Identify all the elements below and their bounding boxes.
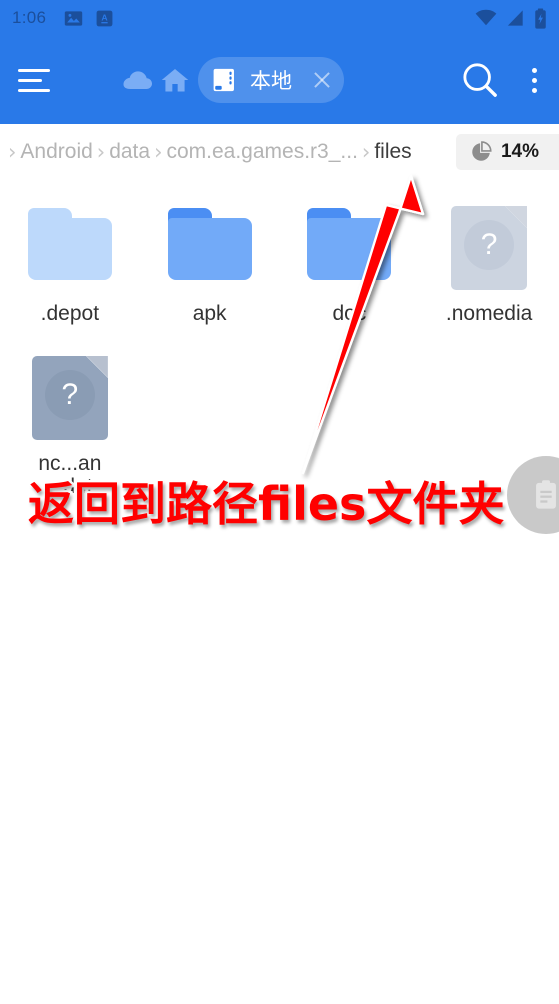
grid-item-label: apk: [192, 302, 227, 325]
breadcrumb-item-data[interactable]: data: [109, 140, 150, 164]
breadcrumb-item-package[interactable]: com.ea.games.r3_...: [166, 140, 357, 164]
tab-label: 本地: [250, 70, 292, 93]
grid-item-label: .depot: [40, 302, 100, 325]
grid-item-doc[interactable]: doc: [280, 186, 420, 336]
question-glyph: ?: [464, 220, 515, 271]
breadcrumb: › Android › data › com.ea.games.r3_... ›…: [0, 124, 559, 180]
status-system-icons: [475, 0, 547, 36]
search-icon[interactable]: [460, 60, 500, 100]
sd-card-icon: [213, 68, 234, 92]
breadcrumb-item-files[interactable]: files: [374, 140, 411, 164]
app-a-icon: A: [96, 10, 113, 26]
signal-icon: [507, 10, 523, 26]
folder-icon: [160, 200, 260, 292]
grid-item-dat-file[interactable]: ? nc...an s.dat: [0, 336, 140, 509]
grid-item-label: nc...an s.dat: [38, 451, 102, 499]
breadcrumb-separator: ›: [154, 140, 163, 164]
app-bar-actions: [460, 36, 545, 124]
breadcrumb-separator: ›: [96, 140, 106, 164]
cloud-icon[interactable]: [122, 67, 154, 93]
status-clock: 1:06: [12, 8, 47, 27]
app-bar: 本地: [0, 36, 559, 124]
folder-icon: [299, 200, 399, 292]
storage-percent-label: 14%: [500, 141, 539, 162]
file-grid: .depot apk doc ? .nomedia ? nc...an s.da…: [0, 180, 559, 509]
question-glyph: ?: [44, 369, 95, 420]
grid-item-nomedia[interactable]: ? .nomedia: [419, 186, 559, 336]
nav-shortcut-group: [122, 66, 190, 94]
grid-item-label: .nomedia: [445, 302, 533, 325]
breadcrumb-separator: ›: [361, 140, 371, 164]
breadcrumb-separator: ›: [8, 140, 17, 164]
unknown-file-icon: ?: [20, 350, 120, 442]
close-icon[interactable]: [306, 64, 338, 96]
status-bar: 1:06 A: [0, 0, 559, 36]
svg-text:A: A: [102, 12, 109, 22]
grid-item-apk[interactable]: apk: [140, 186, 280, 336]
image-icon: [65, 10, 83, 26]
folder-icon: [20, 200, 120, 292]
hamburger-icon[interactable]: [18, 59, 60, 101]
home-icon[interactable]: [160, 66, 190, 94]
more-vertical-icon[interactable]: [524, 62, 545, 99]
storage-badge[interactable]: 14%: [455, 134, 559, 170]
status-notification-icons: A: [64, 9, 114, 28]
wifi-icon: [475, 9, 497, 26]
breadcrumb-item-android[interactable]: Android: [20, 140, 92, 164]
battery-charging-icon: [535, 7, 546, 29]
grid-item-label: doc: [332, 302, 367, 325]
clipboard-glyph: [536, 480, 556, 509]
tab-local-storage[interactable]: 本地: [198, 57, 344, 103]
pie-chart-icon: [472, 141, 492, 161]
unknown-file-icon: ?: [439, 200, 539, 292]
grid-item-depot[interactable]: .depot: [0, 186, 140, 336]
